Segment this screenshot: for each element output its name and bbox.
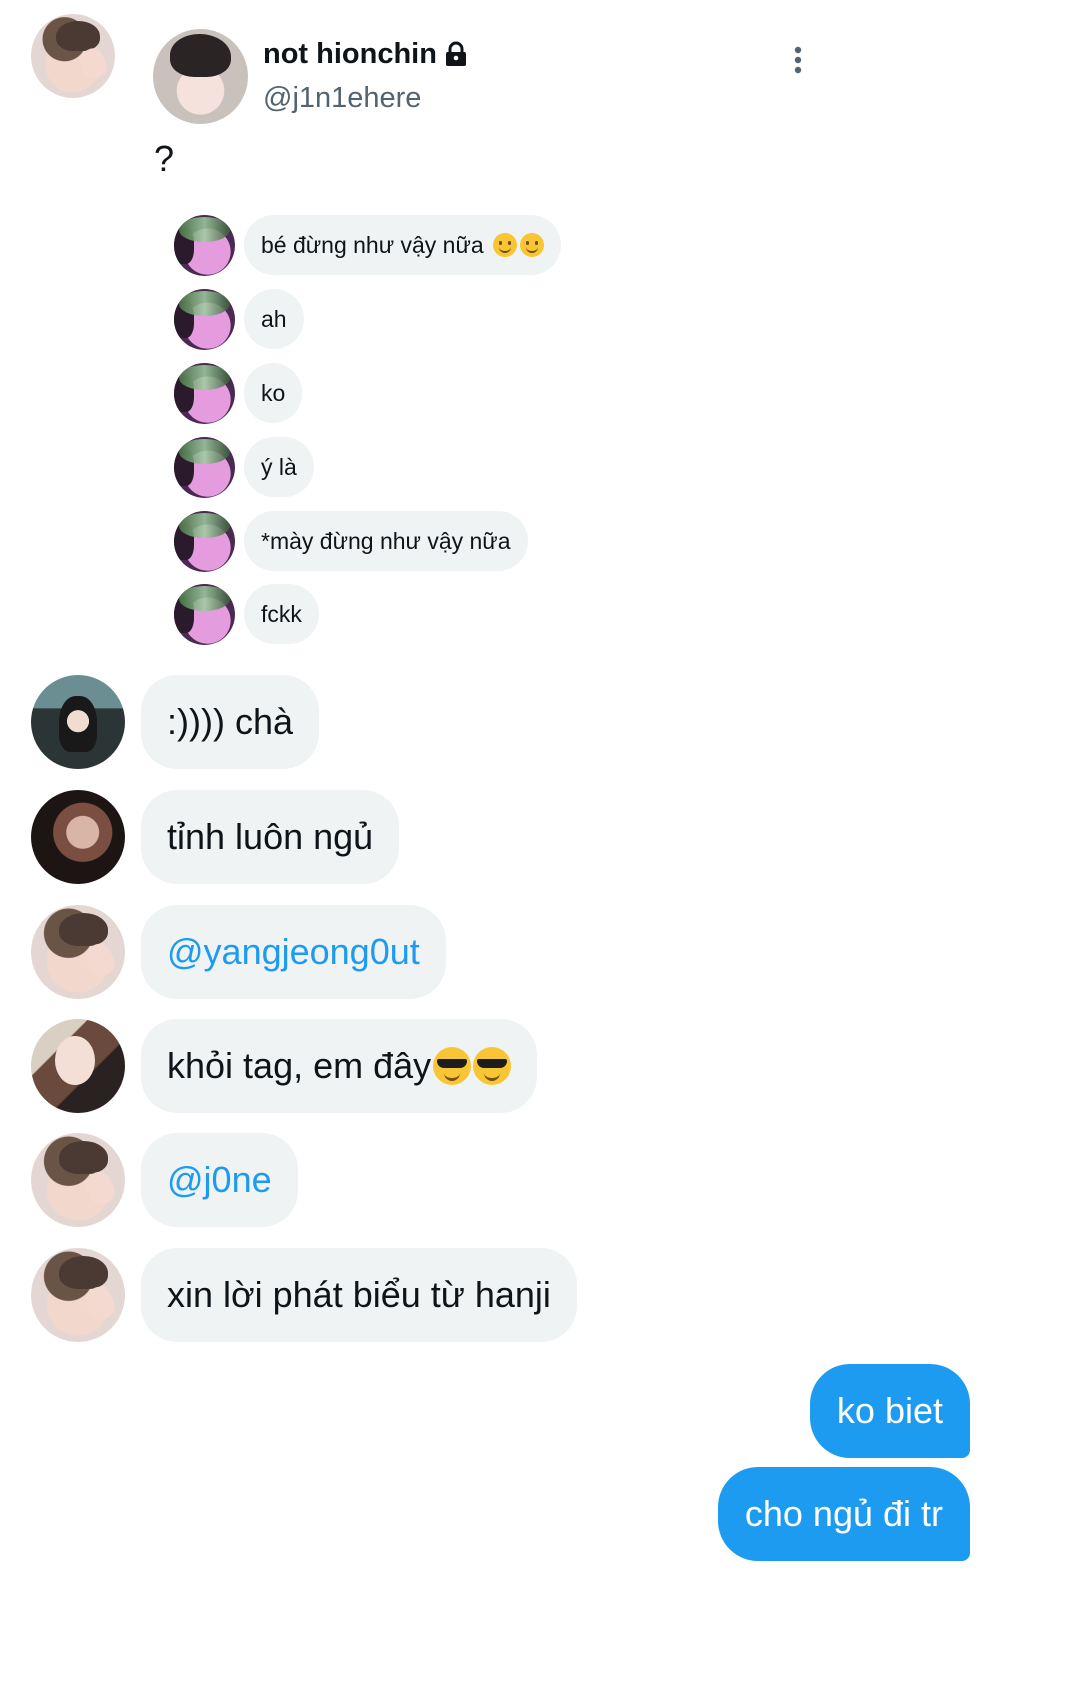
quoted-message-avatar	[174, 289, 235, 350]
message-bubble[interactable]: @j0ne	[141, 1133, 298, 1227]
quoted-message-text: ah	[261, 306, 287, 332]
message-text: :)))) chà	[167, 701, 293, 742]
message-text: xin lời phát biểu từ hanji	[167, 1274, 551, 1315]
smiling-face-icon	[493, 233, 518, 257]
quoted-message-text: bé đừng như vậy nữa	[261, 232, 484, 258]
quoted-message-text: fckk	[261, 601, 302, 627]
quoted-tweet-avatar[interactable]	[153, 29, 248, 124]
smiling-face-icon	[520, 233, 545, 257]
quoted-message-avatar	[174, 215, 235, 276]
quoted-message-avatar	[174, 584, 235, 645]
message-text: khỏi tag, em đây	[167, 1045, 432, 1086]
quoted-tweet-text: ?	[154, 138, 175, 179]
quoted-message-text: ý là	[261, 454, 297, 480]
sunglasses-face-icon	[473, 1047, 512, 1085]
my-message-text: ko biet	[836, 1390, 943, 1431]
lock-icon	[443, 41, 469, 67]
message-bubble[interactable]: @yangjeong0ut	[141, 905, 446, 999]
sender-avatar[interactable]	[31, 1248, 125, 1342]
quoted-message-bubble: bé đừng như vậy nữa	[244, 215, 562, 275]
quoted-tweet-display-name: not hionchin	[263, 37, 437, 70]
message-bubble[interactable]: khỏi tag, em đây	[141, 1019, 538, 1113]
sender-avatar[interactable]	[31, 675, 125, 769]
sender-avatar[interactable]	[31, 790, 125, 884]
my-message-text: cho ngủ đi tr	[744, 1493, 943, 1534]
quoted-message-bubble: fckk	[244, 584, 319, 644]
quoted-message-avatar	[174, 437, 235, 498]
sender-avatar[interactable]	[31, 1019, 125, 1113]
message-text: tỉnh luôn ngủ	[167, 816, 374, 857]
my-message-bubble[interactable]: cho ngủ đi tr	[717, 1467, 970, 1561]
more-vertical-icon[interactable]	[788, 44, 808, 76]
quoted-message-avatar	[174, 511, 235, 572]
message-bubble[interactable]: tỉnh luôn ngủ	[141, 790, 400, 884]
sender-avatar-top[interactable]	[31, 14, 115, 98]
mention-link[interactable]: @yangjeong0ut	[167, 931, 420, 972]
my-message-bubble[interactable]: ko biet	[809, 1364, 970, 1458]
quoted-tweet-author[interactable]: not hionchin	[263, 36, 469, 72]
sender-avatar[interactable]	[31, 905, 125, 999]
quoted-message-bubble: ah	[244, 289, 304, 349]
message-bubble[interactable]: :)))) chà	[141, 675, 319, 769]
message-bubble[interactable]: xin lời phát biểu từ hanji	[141, 1248, 577, 1342]
quoted-tweet-handle: @j1n1ehere	[263, 82, 422, 114]
sunglasses-face-icon	[433, 1047, 472, 1085]
mention-link[interactable]: @j0ne	[167, 1159, 272, 1200]
quoted-message-text: *mày đừng như vậy nữa	[261, 528, 511, 554]
quoted-message-bubble: ko	[244, 363, 303, 423]
quoted-message-text: ko	[261, 380, 286, 406]
sender-avatar[interactable]	[31, 1133, 125, 1227]
quoted-message-bubble: ý là	[244, 437, 314, 497]
quoted-message-bubble: *mày đừng như vậy nữa	[244, 511, 528, 571]
quoted-message-avatar	[174, 363, 235, 424]
